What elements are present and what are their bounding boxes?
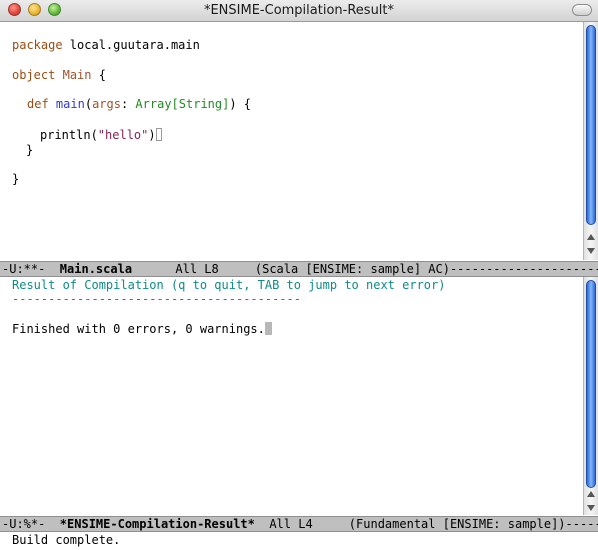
println-close: ) <box>148 128 156 142</box>
compilation-result-pane[interactable]: Result of Compilation (q to quit, TAB to… <box>0 277 582 515</box>
compilation-result-line: Finished with 0 errors, 0 warnings. <box>12 322 272 336</box>
code-line-println: println("hello") <box>40 128 162 142</box>
toolbar-toggle-button[interactable] <box>572 4 592 16</box>
text-cursor <box>155 128 162 141</box>
println-call: println( <box>40 128 98 142</box>
arg-type: Array[String] <box>135 97 230 111</box>
keyword-object: object <box>12 68 56 82</box>
window-title: *ENSIME-Compilation-Result* <box>203 3 395 18</box>
scroll-up-arrow-icon[interactable] <box>587 234 595 240</box>
def-tail: ) { <box>229 97 252 111</box>
compilation-header: Result of Compilation (q to quit, TAB to… <box>12 278 446 292</box>
compilation-result-text: Finished with 0 errors, 0 warnings. <box>12 322 265 336</box>
major-mode[interactable]: (Scala [ENSIME: sample] AC) <box>255 262 450 276</box>
arg-name: args <box>92 97 121 111</box>
object-name: Main <box>62 68 92 82</box>
major-mode[interactable]: (Fundamental [ENSIME: sample]) <box>349 517 566 531</box>
scroll-down-arrow-icon[interactable] <box>587 248 595 254</box>
scroll-down-arrow-icon[interactable] <box>587 505 595 511</box>
function-name: main <box>55 97 85 111</box>
scroll-up-arrow-icon[interactable] <box>587 491 595 497</box>
editor-scrollbar-thumb[interactable] <box>586 25 596 225</box>
keyword-package: package <box>12 38 63 52</box>
compilation-separator: ---------------------------------------- <box>12 292 301 306</box>
buffer-name[interactable]: Main.scala <box>60 262 132 276</box>
buffer-status: -U:%*- <box>2 517 60 531</box>
emacs-window: *ENSIME-Compilation-Result* package loca… <box>0 0 598 550</box>
echo-area: Build complete. <box>12 533 121 547</box>
package-name: local.guutara.main <box>62 38 200 52</box>
mode-line-main-scala[interactable]: -U:**- Main.scala All L8 (Scala [ENSIME:… <box>0 261 598 277</box>
keyword-def: def <box>27 97 49 111</box>
compilation-scrollbar-thumb[interactable] <box>586 280 596 488</box>
paren-open: ( <box>84 97 93 111</box>
code-line-inner-close: } <box>26 143 34 157</box>
code-line-def: def main(args: Array[String]) { <box>27 97 251 111</box>
editor-pane-main-scala[interactable]: package local.guutara.main object Main {… <box>0 22 582 260</box>
colon: : <box>120 97 136 111</box>
mode-line-fill: ---------------------------------------- <box>449 262 598 276</box>
buffer-position: All L8 <box>132 262 255 276</box>
buffer-position: All L4 <box>254 517 349 531</box>
code-line-object: object Main { <box>12 68 106 82</box>
editor-scrollbar[interactable] <box>583 22 598 260</box>
mode-line-fill: ------------- <box>565 517 598 531</box>
code-line-outer-close: } <box>12 172 20 186</box>
code-line-package: package local.guutara.main <box>12 38 200 52</box>
object-brace: { <box>91 68 106 82</box>
compilation-scrollbar[interactable] <box>583 277 598 515</box>
block-cursor <box>264 322 272 335</box>
buffer-status: -U:**- <box>2 262 60 276</box>
buffer-name[interactable]: *ENSIME-Compilation-Result* <box>60 517 255 531</box>
mode-line-compilation[interactable]: -U:%*- *ENSIME-Compilation-Result* All L… <box>0 516 598 532</box>
title-bar: *ENSIME-Compilation-Result* <box>0 0 598 22</box>
string-literal: "hello" <box>97 128 149 142</box>
